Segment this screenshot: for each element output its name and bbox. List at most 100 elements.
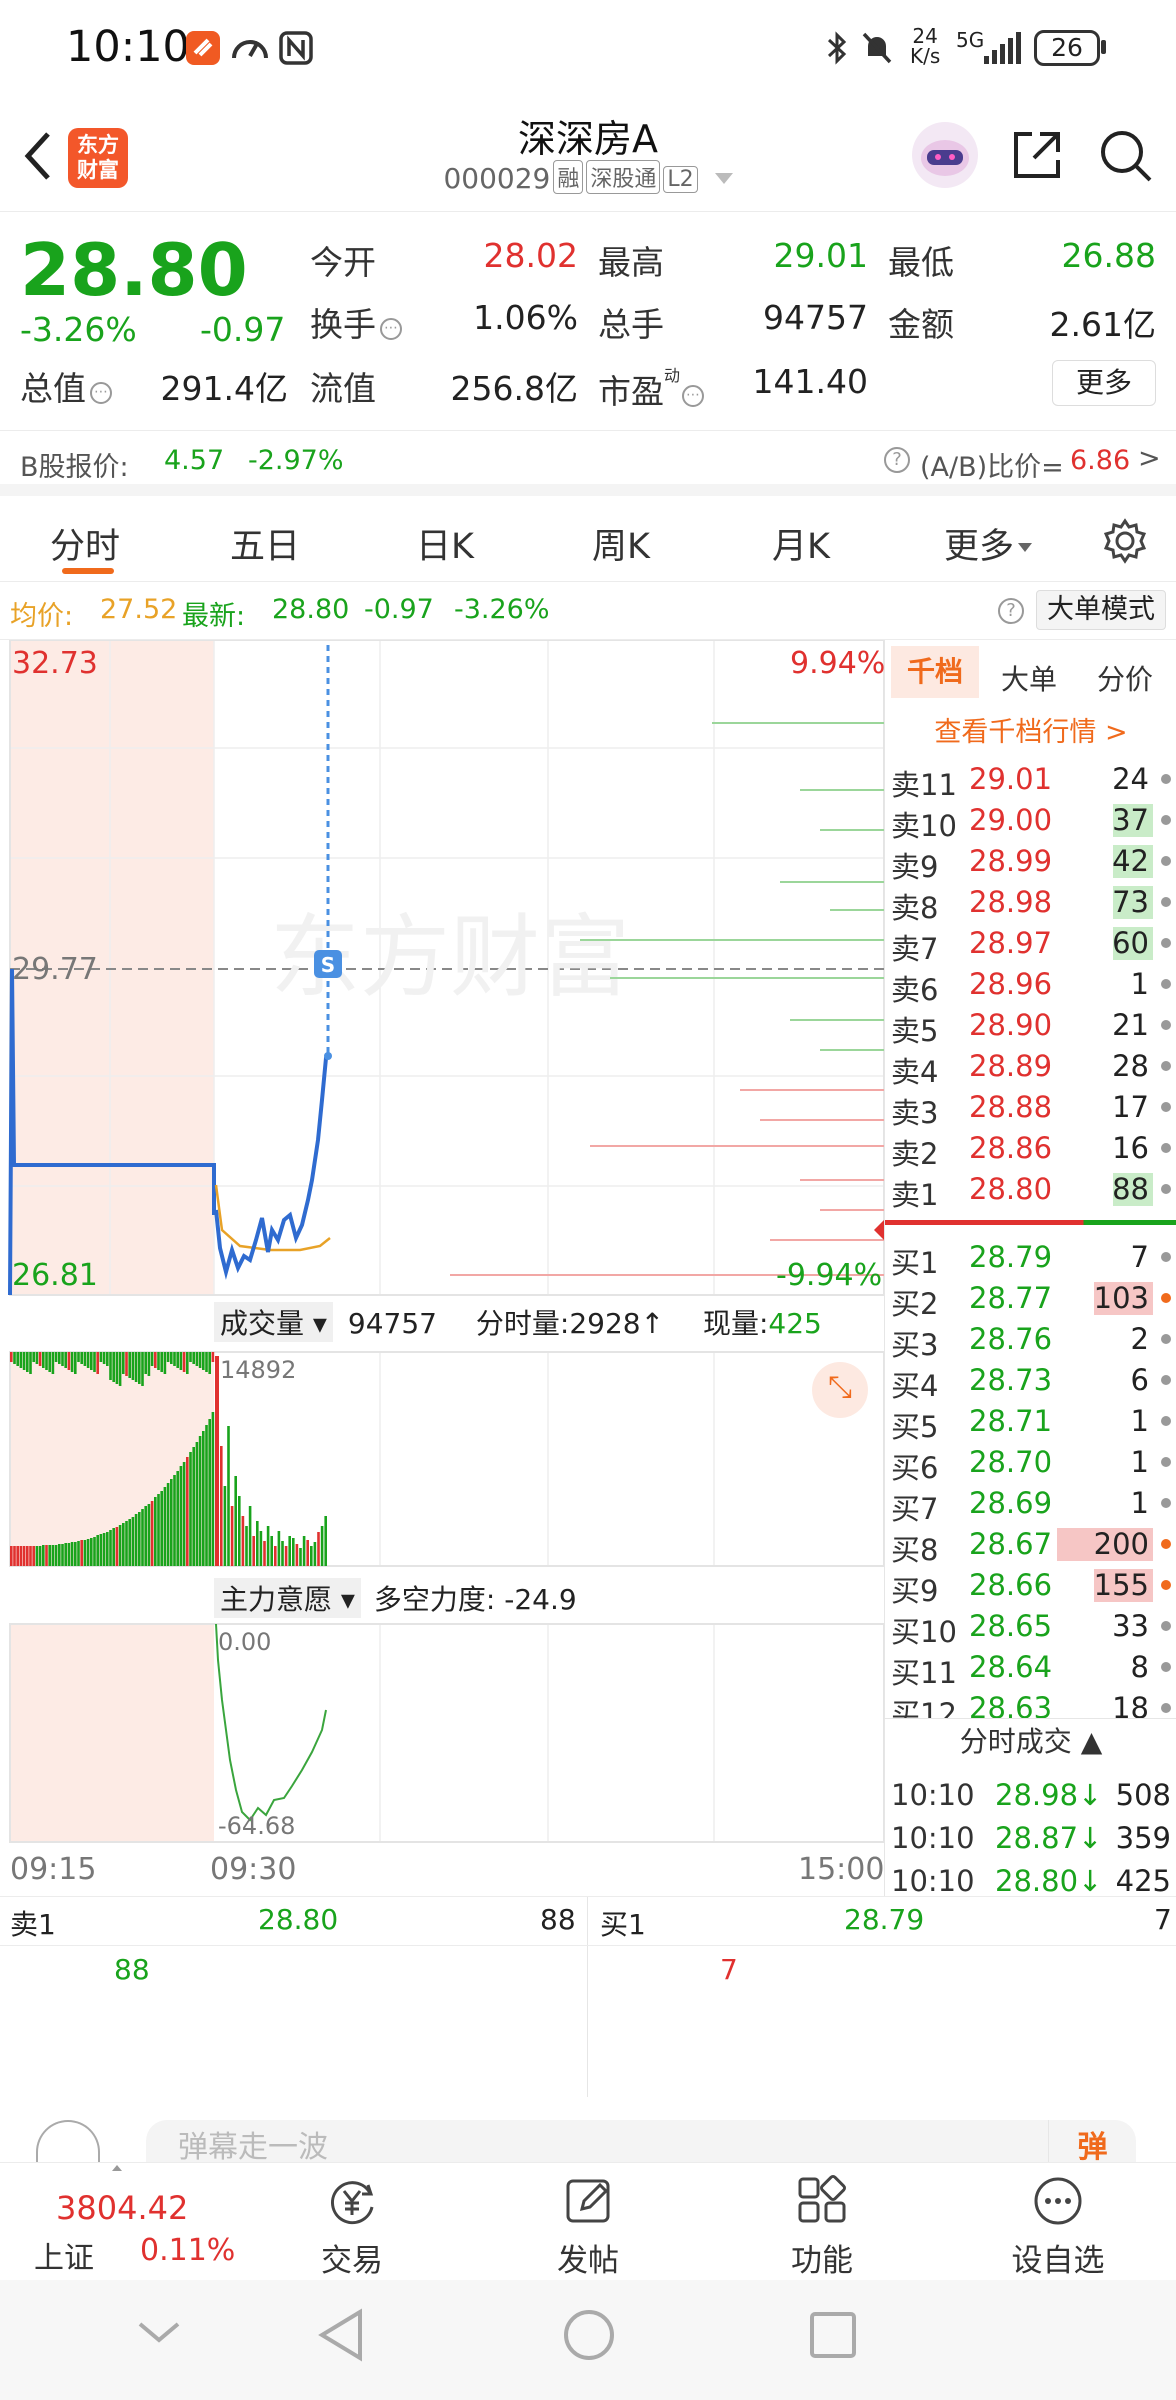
sell-order-row[interactable]: 卖8 28.98 73 (885, 881, 1176, 925)
order-price: 28.80 (969, 1172, 1053, 1206)
latest-label: 最新: (182, 601, 246, 632)
index-ticker[interactable]: 3804.42 上证 0.11% (20, 2163, 235, 2281)
comment-input[interactable]: 弹幕走一波 (146, 2120, 1136, 2165)
current-price: 28.80 (20, 228, 248, 312)
settings-gear-icon[interactable] (1102, 518, 1148, 564)
pe-label[interactable]: 市盈动⋯ (598, 362, 705, 413)
tab-intraday[interactable]: 分时 (50, 518, 120, 569)
volume-bar (125, 1521, 128, 1566)
buy-order-row[interactable]: 买7 28.69 1 (885, 1482, 1176, 1526)
danmaku-toggle-icon[interactable] (36, 2120, 100, 2162)
turnover-label[interactable]: 换手 ⋯ (310, 298, 402, 346)
buy-order-row[interactable]: 买6 28.70 1 (885, 1441, 1176, 1485)
info-icon: ⋯ (90, 382, 112, 404)
index-value: 3804.42 (56, 2189, 189, 2227)
help-icon[interactable]: ? (884, 447, 910, 473)
buy-order-row[interactable]: 买1 28.79 7 (885, 1236, 1176, 1280)
order-level-label: 买2 (891, 1287, 939, 1321)
home-circle-icon[interactable] (562, 2308, 616, 2362)
help-icon[interactable]: ? (998, 598, 1024, 624)
order-volume: 17 (1112, 1090, 1149, 1124)
nav-function[interactable]: 功能 (752, 2173, 892, 2280)
volume-bar (118, 1352, 122, 1386)
collapse-chevron-icon[interactable] (136, 2318, 182, 2348)
volume-bar (70, 1352, 74, 1372)
buy-order-row[interactable]: 买5 28.71 1 (885, 1400, 1176, 1444)
sell-order-row[interactable]: 卖9 28.99 42 (885, 840, 1176, 884)
order-price: 28.71 (969, 1404, 1053, 1438)
indicator-selector[interactable]: 主力意愿 ▾ (214, 1578, 361, 1618)
view-depth-link[interactable]: 查看千档行情 > (885, 710, 1176, 749)
expand-icon[interactable]: ⤡ (812, 1362, 868, 1418)
tab-monthly-k[interactable]: 月K (772, 518, 830, 569)
tab-five-day[interactable]: 五日 (230, 518, 300, 569)
send-comment-button[interactable]: 弹 (1048, 2120, 1136, 2165)
trades-header[interactable]: 分时成交 ▲ (885, 1718, 1176, 1766)
order-book: 千档 大单 分价 查看千档行情 > 卖11 29.01 24 卖10 29.00 37 卖9… (884, 640, 1176, 1898)
volume-bar (32, 1546, 35, 1566)
volume-bar (202, 1352, 205, 1370)
index-name: 上证 (34, 2241, 94, 2276)
sell-order-row[interactable]: 卖6 28.96 1 (885, 963, 1176, 1007)
sell-order-row[interactable]: 卖7 28.97 60 (885, 922, 1176, 966)
volume-selector[interactable]: 成交量 ▾ (214, 1302, 333, 1342)
status-dot (1161, 938, 1171, 948)
stock-code-row[interactable]: 000029 融深股通 L2 (0, 160, 1176, 195)
volume-bar (134, 1352, 138, 1382)
volume-bar (320, 1526, 324, 1566)
sell-order-row[interactable]: 卖4 28.89 28 (885, 1045, 1176, 1089)
volume-bar (160, 1352, 163, 1372)
volume-bar (64, 1352, 67, 1368)
volume-bar (147, 1504, 151, 1566)
intraday-chart[interactable]: 东方财富 S 32.73 29.77 26.81 9.94% -9.94% 成交… (0, 640, 885, 1896)
y-max-label: 32.73 (12, 646, 98, 681)
buy-order-row[interactable]: 买11 28.64 8 (885, 1646, 1176, 1690)
mktcap-label[interactable]: 总值 ⋯ (20, 362, 112, 410)
tab-more[interactable]: 更多 (944, 518, 1033, 569)
buy-order-row[interactable]: 买3 28.76 2 (885, 1318, 1176, 1362)
buy-order-row[interactable]: 买9 28.66 155 (885, 1564, 1176, 1608)
volume-bar (112, 1528, 115, 1566)
nav-trade[interactable]: 交易 (282, 2173, 422, 2280)
tab-depth[interactable]: 千档 (891, 646, 979, 698)
tab-price-dist[interactable]: 分价 (1097, 658, 1153, 698)
more-button[interactable]: 更多 (1052, 360, 1156, 406)
volume-bar (317, 1532, 320, 1566)
volume-bar (106, 1352, 109, 1366)
order-price: 28.96 (969, 967, 1053, 1001)
edit-post-icon (566, 2179, 610, 2223)
big-order-mode-button[interactable]: 大单模式 (1036, 590, 1166, 630)
buy-order-row[interactable]: 买2 28.77 103 (885, 1277, 1176, 1321)
back-triangle-icon[interactable] (316, 2308, 366, 2362)
nav-add-watchlist[interactable]: 设自选 (988, 2173, 1128, 2280)
volume-bar (61, 1352, 64, 1366)
tab-daily-k[interactable]: 日K (416, 518, 474, 569)
volume-bar (74, 1542, 77, 1566)
volume-bar (173, 1475, 176, 1566)
status-dot (1161, 1498, 1171, 1508)
status-dot (1161, 1416, 1171, 1426)
buy-order-row[interactable]: 买10 28.65 33 (885, 1605, 1176, 1649)
sell-order-row[interactable]: 卖5 28.90 21 (885, 1004, 1176, 1048)
sell-order-row[interactable]: 卖2 28.86 16 (885, 1127, 1176, 1171)
buy-order-row[interactable]: 买8 28.67 200 (885, 1523, 1176, 1567)
search-icon[interactable] (1098, 128, 1154, 184)
buy-sell-ratio-bar (885, 1220, 1176, 1225)
volume-bar (198, 1436, 202, 1566)
sell-order-row[interactable]: 卖10 29.00 37 (885, 799, 1176, 843)
sell-order-row[interactable]: 卖11 29.01 24 (885, 758, 1176, 802)
bshare-row[interactable]: B股报价: 4.57 -2.97% ? (A/B)比价= 6.86 > (0, 430, 1176, 496)
sell-order-row[interactable]: 卖3 28.88 17 (885, 1086, 1176, 1130)
tab-weekly-k[interactable]: 周K (592, 518, 650, 569)
volume-bar (310, 1546, 313, 1566)
nav-post[interactable]: 发帖 (518, 2173, 658, 2280)
recents-square-icon[interactable] (808, 2310, 858, 2360)
sell-order-row[interactable]: 卖1 28.80 88 (885, 1168, 1176, 1212)
buy-order-row[interactable]: 买4 28.73 6 (885, 1359, 1176, 1403)
avg-price-row: 均价: 27.52 最新: 28.80 -0.97 -3.26% ? 大单模式 (0, 582, 1176, 640)
tab-big-order[interactable]: 大单 (1001, 658, 1057, 698)
assistant-avatar[interactable] (912, 122, 978, 188)
order-volume: 24 (1112, 762, 1149, 796)
share-icon[interactable] (1010, 128, 1064, 182)
quote-panel: 28.80 -3.26% -0.97 今开 28.02 最高 29.01 最低 … (0, 214, 1176, 430)
